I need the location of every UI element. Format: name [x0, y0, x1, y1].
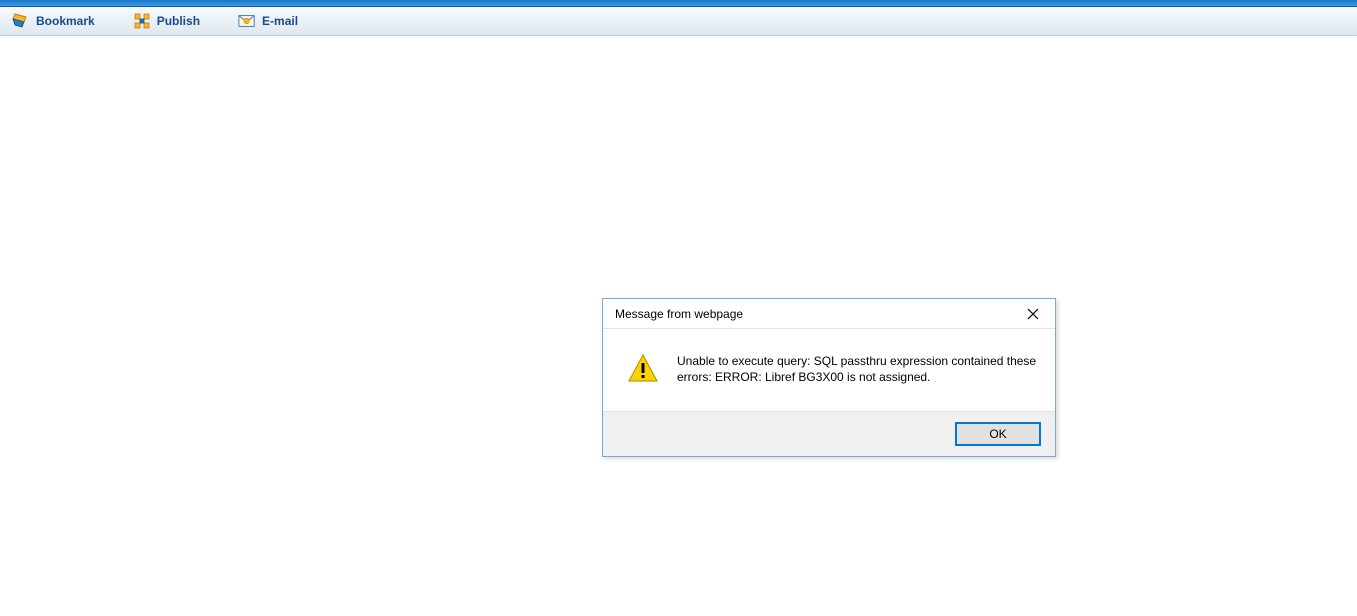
close-icon [1027, 308, 1039, 320]
bookmark-button[interactable]: Bookmark [8, 10, 99, 32]
dialog-message: Unable to execute query: SQL passthru ex… [677, 351, 1037, 385]
bookmark-icon [12, 12, 30, 30]
message-dialog: Message from webpage Unable to execute q… [602, 298, 1056, 457]
email-icon [238, 12, 256, 30]
publish-button[interactable]: Publish [129, 10, 204, 32]
warning-icon [627, 353, 659, 385]
dialog-body: Unable to execute query: SQL passthru ex… [603, 329, 1055, 411]
ok-button[interactable]: OK [955, 422, 1041, 446]
window-titlebar-strip [0, 0, 1357, 7]
bookmark-label: Bookmark [36, 14, 95, 28]
ok-button-label: OK [989, 427, 1006, 441]
publish-label: Publish [157, 14, 200, 28]
close-button[interactable] [1021, 302, 1045, 326]
email-button[interactable]: E-mail [234, 10, 302, 32]
dialog-title: Message from webpage [615, 307, 743, 321]
toolbar: Bookmark Publish E-mail [0, 7, 1357, 36]
dialog-footer: OK [603, 411, 1055, 456]
email-label: E-mail [262, 14, 298, 28]
publish-icon [133, 12, 151, 30]
dialog-titlebar: Message from webpage [603, 299, 1055, 329]
